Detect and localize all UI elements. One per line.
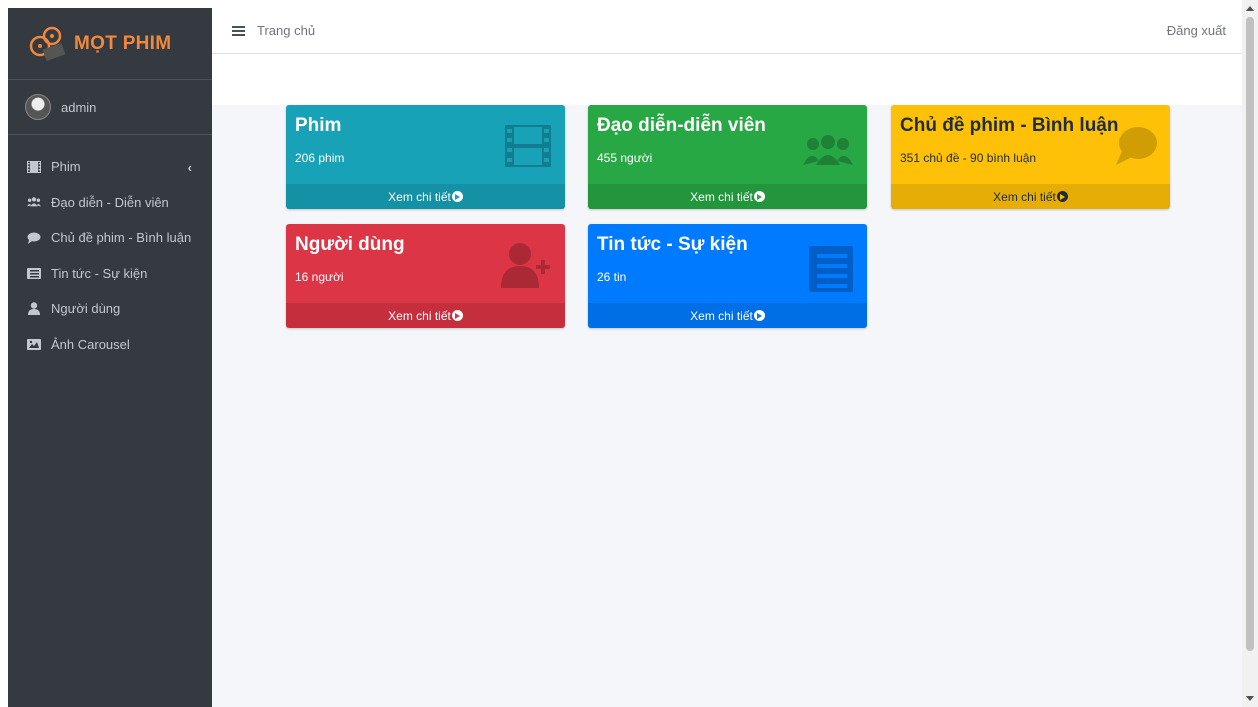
sidebar-item-label: Đạo diễn - Diễn viên: [51, 194, 169, 210]
users-icon: [803, 133, 853, 170]
menu-toggle-icon[interactable]: [232, 25, 245, 36]
avatar: [25, 94, 51, 120]
sidebar-item-chu-de[interactable]: Chủ đề phim - Bình luận: [8, 220, 212, 256]
stat-card-phim: Phim 206 phim Xem chi tiết: [286, 105, 565, 209]
topbar: Trang chủ Đăng xuất: [212, 8, 1242, 54]
card-details-link[interactable]: Xem chi tiết: [891, 184, 1170, 209]
brand-name: MỌT PHIM: [74, 32, 172, 54]
sidebar-item-phim[interactable]: Phim ‹: [8, 149, 212, 185]
sidebar-item-nguoi-dung[interactable]: Người dùng: [8, 291, 212, 327]
logout-link[interactable]: Đăng xuất: [1167, 23, 1226, 38]
stat-card-dao-dien: Đạo diễn-diễn viên 455 người Xem chi tiế…: [588, 105, 867, 209]
details-label: Xem chi tiết: [388, 308, 451, 323]
card-details-link[interactable]: Xem chi tiết: [286, 303, 565, 328]
sidebar-item-tin-tuc[interactable]: Tin tức - Sự kiện: [8, 256, 212, 292]
details-label: Xem chi tiết: [690, 189, 753, 204]
card-details-link[interactable]: Xem chi tiết: [286, 184, 565, 209]
sidebar-item-label: Chủ đề phim - Bình luận: [51, 230, 192, 246]
stat-card-chu-de: Chủ đề phim - Bình luận 351 chủ đề - 90 …: [891, 105, 1170, 209]
sidebar: MỌT PHIM admin Phim ‹ Đạo diễn - Diễn vi…: [8, 8, 212, 707]
newspaper-icon: [27, 266, 41, 280]
scroll-down-icon[interactable]: [1246, 696, 1254, 701]
card-details-link[interactable]: Xem chi tiết: [588, 184, 867, 209]
film-icon: [27, 160, 41, 174]
film-reel-logo-icon: [26, 24, 66, 64]
details-label: Xem chi tiết: [993, 189, 1056, 204]
content-header: [212, 54, 1242, 105]
sidebar-nav: Phim ‹ Đạo diễn - Diễn viên Chủ đề phim …: [8, 135, 212, 362]
comments-icon: [1112, 125, 1158, 172]
sidebar-item-label: Người dùng: [51, 301, 121, 317]
scroll-up-icon[interactable]: [1246, 6, 1254, 11]
details-label: Xem chi tiết: [690, 308, 753, 323]
sidebar-item-anh-carousel[interactable]: Ảnh Carousel: [8, 327, 212, 363]
details-label: Xem chi tiết: [388, 189, 451, 204]
breadcrumb-home[interactable]: Trang chủ: [257, 23, 315, 38]
brand[interactable]: MỌT PHIM: [8, 8, 212, 80]
comment-icon: [27, 231, 41, 245]
user-panel[interactable]: admin: [8, 80, 212, 135]
arrow-circle-right-icon: [451, 310, 463, 321]
user-icon: [27, 302, 41, 316]
image-icon: [27, 337, 41, 351]
arrow-circle-right-icon: [753, 310, 765, 321]
stat-card-nguoi-dung: Người dùng 16 người Xem chi tiết: [286, 224, 565, 328]
chevron-left-icon: ‹: [187, 160, 192, 175]
app-frame: MỌT PHIM admin Phim ‹ Đạo diễn - Diễn vi…: [8, 8, 1242, 707]
arrow-circle-right-icon: [1056, 191, 1068, 202]
user-plus-icon: [501, 242, 551, 293]
arrow-circle-right-icon: [753, 191, 765, 202]
sidebar-item-label: Tin tức - Sự kiện: [51, 265, 148, 281]
sidebar-item-label: Ảnh Carousel: [51, 336, 130, 352]
user-name[interactable]: admin: [61, 100, 96, 115]
stat-card-tin-tuc: Tin tức - Sự kiện 26 tin Xem chi tiết: [588, 224, 867, 328]
film-icon: [505, 125, 551, 172]
arrow-circle-right-icon: [451, 191, 463, 202]
page-scrollbar[interactable]: [1242, 0, 1258, 707]
newspaper-icon: [809, 246, 853, 297]
sidebar-item-dao-dien[interactable]: Đạo diễn - Diễn viên: [8, 185, 212, 221]
sidebar-item-label: Phim: [51, 159, 81, 175]
scroll-thumb[interactable]: [1246, 17, 1254, 651]
card-details-link[interactable]: Xem chi tiết: [588, 303, 867, 328]
users-icon: [27, 195, 41, 209]
